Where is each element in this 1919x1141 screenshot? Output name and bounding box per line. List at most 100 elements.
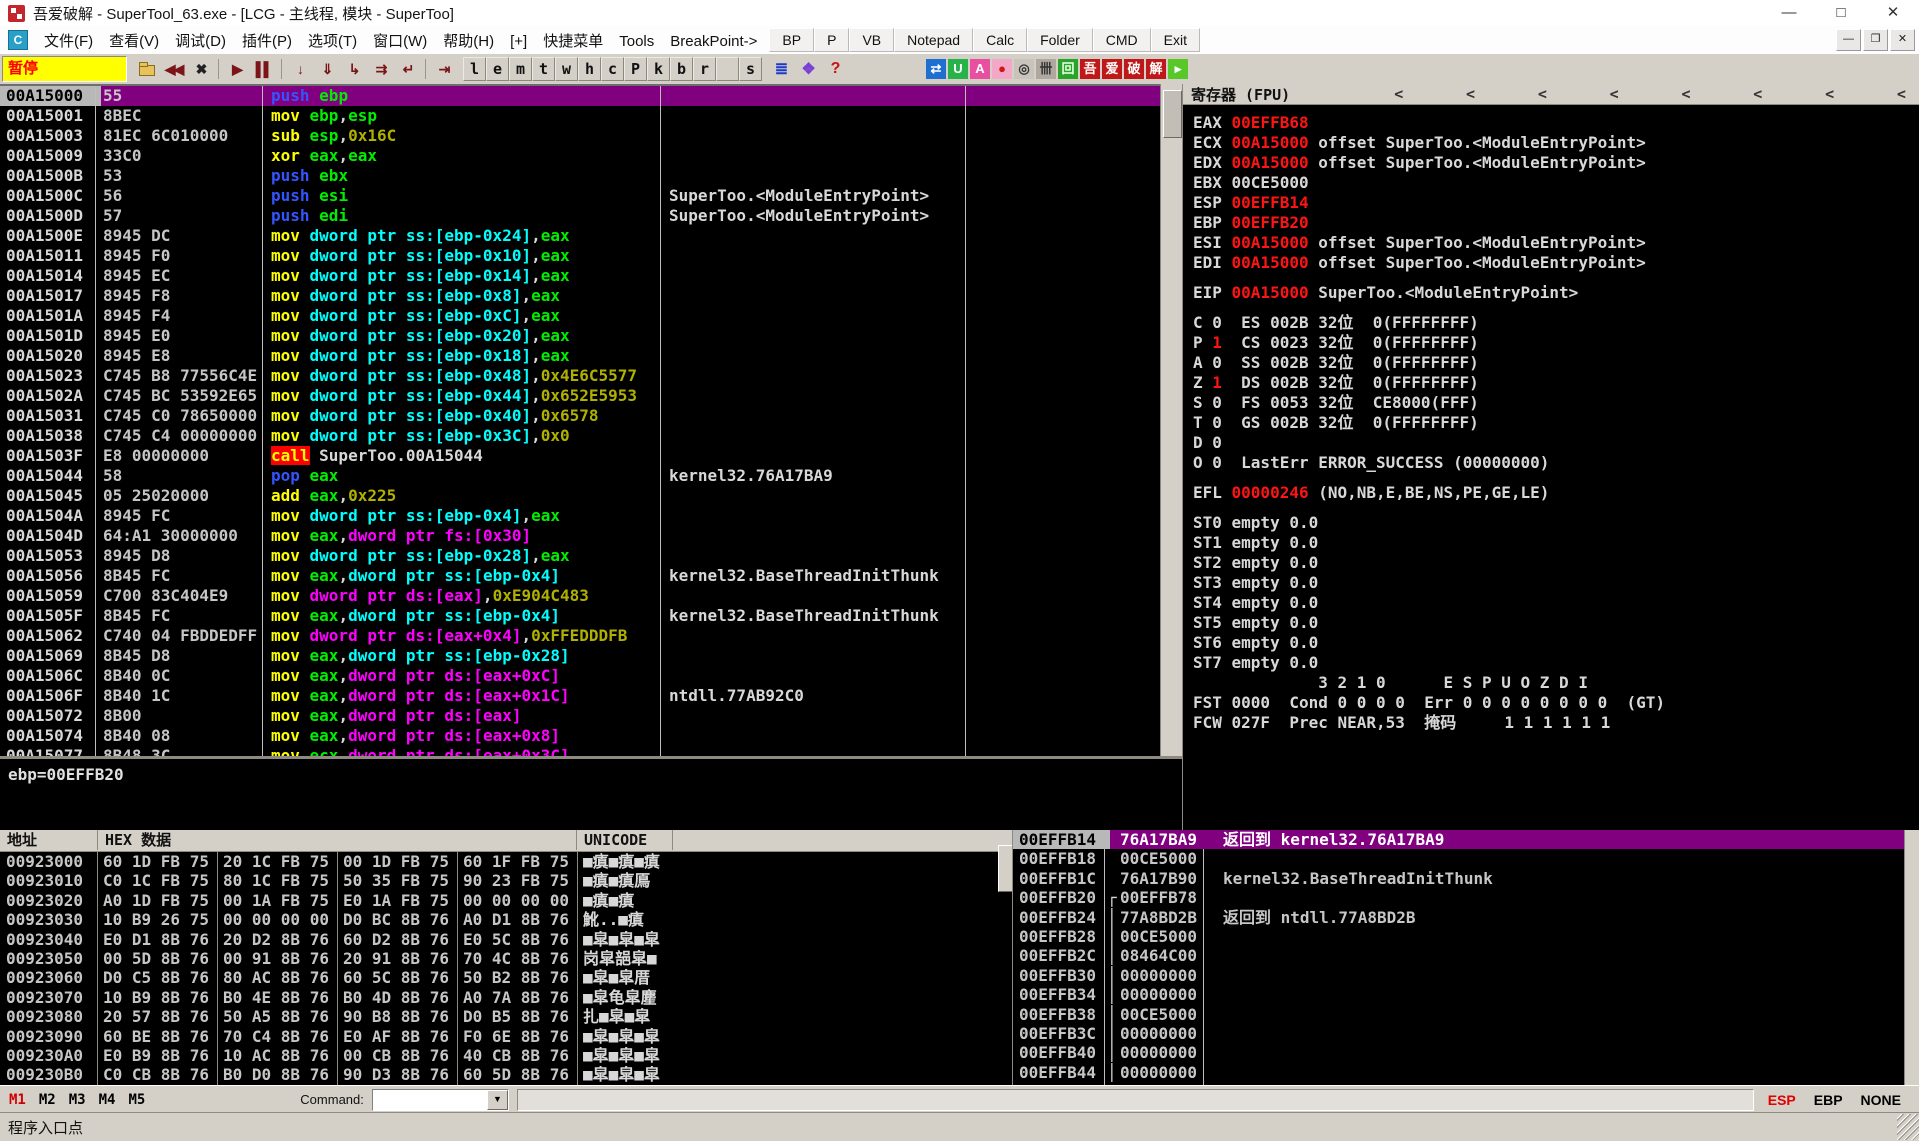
disasm-row[interactable]: 00A1501A8945 F4mov dword ptr ss:[ebp-0xC… xyxy=(0,306,1160,326)
dump-row[interactable]: 0092307010 B9 8B 76B0 4E 8B 76B0 4D 8B 7… xyxy=(0,988,1012,1007)
register-line[interactable]: C 0 ES 002B 32位 0(FFFFFFFF) xyxy=(1183,313,1919,333)
open-file-icon[interactable] xyxy=(134,57,159,81)
spiral-plugin-icon[interactable]: ◎ xyxy=(1014,59,1034,79)
disasm-row[interactable]: 00A150698B45 D8mov eax,dword ptr ss:[ebp… xyxy=(0,646,1160,666)
disasm-row[interactable]: 00A1504D64:A1 30000000mov eax,dword ptr … xyxy=(0,526,1160,546)
register-line[interactable]: T 0 GS 002B 32位 0(FFFFFFFF) xyxy=(1183,413,1919,433)
disasm-row[interactable]: 00A150018BECmov ebp,esp xyxy=(0,106,1160,126)
command-input[interactable]: ▼ xyxy=(372,1089,509,1111)
stack-row[interactable]: 00EFFB1C76A17B90kernel32.BaseThreadInitT… xyxy=(1013,869,1905,888)
record-plugin-icon[interactable]: ● xyxy=(992,59,1012,79)
register-line[interactable]: FCW 027F Prec NEAR,53 掩码 1 1 1 1 1 1 xyxy=(1183,713,1919,733)
wu-icon[interactable]: 吾 xyxy=(1080,59,1100,79)
menu-button-exit[interactable]: Exit xyxy=(1151,28,1200,52)
animate-into-icon[interactable]: ↳ xyxy=(341,57,366,81)
disasm-row[interactable]: 00A150178945 F8mov dword ptr ss:[ebp-0x8… xyxy=(0,286,1160,306)
po-icon[interactable]: 破 xyxy=(1124,59,1144,79)
disasm-row[interactable]: 00A1500B53push ebx xyxy=(0,166,1160,186)
register-line[interactable]: EBX 00CE5000 xyxy=(1183,173,1919,193)
help-icon[interactable]: ? xyxy=(823,57,848,81)
toolbar-letter-blank[interactable] xyxy=(716,57,739,81)
menu-button-calc[interactable]: Calc xyxy=(973,28,1027,52)
register-line[interactable]: EIP 00A15000 SuperToo.<ModuleEntryPoint> xyxy=(1183,283,1919,303)
disasm-row[interactable]: 00A15023C745 B8 77556C4Emov dword ptr ss… xyxy=(0,366,1160,386)
stack-row[interactable]: 00EFFB2C│08464C00 xyxy=(1013,946,1905,965)
disasm-row[interactable]: 00A1500C56push esiSuperToo.<ModuleEntryP… xyxy=(0,186,1160,206)
menu-button-bp[interactable]: BP xyxy=(769,28,814,52)
register-line[interactable]: O 0 LastErr ERROR_SUCCESS (00000000) xyxy=(1183,453,1919,473)
jie-icon[interactable]: 解 xyxy=(1146,59,1166,79)
pane-chevron-icon[interactable]: < xyxy=(1610,85,1619,103)
register-line[interactable]: A 0 SS 002B 32位 0(FFFFFFFF) xyxy=(1183,353,1919,373)
register-line[interactable]: ST0 empty 0.0 xyxy=(1183,513,1919,533)
stack-scrollbar[interactable] xyxy=(1904,830,1919,1085)
toolbar-letter-k[interactable]: k xyxy=(647,57,670,81)
register-line[interactable]: ECX 00A15000 offset SuperToo.<ModuleEntr… xyxy=(1183,133,1919,153)
disasm-row[interactable]: 00A15038C745 C4 00000000mov dword ptr ss… xyxy=(0,426,1160,446)
disasm-row[interactable]: 00A1500D57push ediSuperToo.<ModuleEntryP… xyxy=(0,206,1160,226)
register-line[interactable]: ST1 empty 0.0 xyxy=(1183,533,1919,553)
toolbar-letter-t[interactable]: t xyxy=(532,57,555,81)
hex-dump-pane[interactable]: 地址 HEX 数据 UNICODE 0092300060 1D FB 7520 … xyxy=(0,830,1012,1085)
mdi-restore-button[interactable]: ❐ xyxy=(1863,29,1888,51)
toolbar-letter-m[interactable]: m xyxy=(509,57,532,81)
menu-item-9[interactable]: Tools xyxy=(611,30,662,53)
pane-chevron-icon[interactable]: < xyxy=(1681,85,1690,103)
disasm-row[interactable]: 00A150148945 ECmov dword ptr ss:[ebp-0x1… xyxy=(0,266,1160,286)
menu-button-vb[interactable]: VB xyxy=(849,28,894,52)
toolbar-letter-s[interactable]: s xyxy=(739,57,762,81)
stack-row[interactable]: 00EFFB1800CE5000 xyxy=(1013,849,1905,868)
disasm-row[interactable]: 00A15031C745 C0 78650000mov dword ptr ss… xyxy=(0,406,1160,426)
register-line[interactable]: EFL 00000246 (NO,NB,E,BE,NS,PE,GE,LE) xyxy=(1183,483,1919,503)
register-line[interactable]: EAX 00EFFB68 xyxy=(1183,113,1919,133)
disasm-row[interactable]: 00A1506F8B40 1Cmov eax,dword ptr ds:[eax… xyxy=(0,686,1160,706)
register-line[interactable]: ST7 empty 0.0 xyxy=(1183,653,1919,673)
stack-row[interactable]: 00EFFB38│00CE5000 xyxy=(1013,1005,1905,1024)
dump-row[interactable]: 0092308020 57 8B 7650 A5 8B 7690 B8 8B 7… xyxy=(0,1007,1012,1026)
disasm-row[interactable]: 00A1505F8B45 FCmov eax,dword ptr ss:[ebp… xyxy=(0,606,1160,626)
register-line[interactable]: EDX 00A15000 offset SuperToo.<ModuleEntr… xyxy=(1183,153,1919,173)
minimize-button[interactable]: — xyxy=(1763,1,1815,25)
register-line[interactable]: ST5 empty 0.0 xyxy=(1183,613,1919,633)
register-line[interactable]: FST 0000 Cond 0 0 0 0 Err 0 0 0 0 0 0 0 … xyxy=(1183,693,1919,713)
stack-row[interactable]: 00EFFB1476A17BA9返回到 kernel32.76A17BA9 xyxy=(1013,830,1905,849)
mini-plugin-icon[interactable]: ▸ xyxy=(1168,59,1188,79)
disasm-row[interactable]: 00A150118945 F0mov dword ptr ss:[ebp-0x1… xyxy=(0,246,1160,266)
close-process-icon[interactable]: ✖ xyxy=(188,57,213,81)
disassembly-pane[interactable]: 00A1500055push ebp00A150018BECmov ebp,es… xyxy=(0,84,1160,758)
disasm-row[interactable]: 00A15062C740 04 FBDDEDFFmov dword ptr ds… xyxy=(0,626,1160,646)
execute-till-return-icon[interactable]: ↵ xyxy=(395,57,420,81)
menu-button-folder[interactable]: Folder xyxy=(1027,28,1093,52)
disasm-row[interactable]: 00A150748B40 08mov eax,dword ptr ds:[eax… xyxy=(0,726,1160,746)
pane-chevron-icon[interactable]: < xyxy=(1538,85,1547,103)
menu-button-cmd[interactable]: CMD xyxy=(1093,28,1151,52)
m-button-m4[interactable]: M4 xyxy=(99,1092,116,1108)
register-line[interactable]: Z 1 DS 002B 32位 0(FFFFFFFF) xyxy=(1183,373,1919,393)
stack-row[interactable]: 00EFFB24│77A8BD2B返回到 ntdll.77A8BD2B xyxy=(1013,908,1905,927)
dump-row[interactable]: 0092303010 B9 26 7500 00 00 00D0 BC 8B 7… xyxy=(0,910,1012,929)
breakpoint-list-icon[interactable]: ≣ xyxy=(769,57,794,81)
stack-row[interactable]: 00EFFB44│00000000 xyxy=(1013,1063,1905,1082)
register-line[interactable]: P 1 CS 0023 32位 0(FFFFFFFF) xyxy=(1183,333,1919,353)
m-button-m5[interactable]: M5 xyxy=(128,1092,145,1108)
toolbar-letter-c[interactable]: c xyxy=(601,57,624,81)
menu-item-10[interactable]: BreakPoint-> xyxy=(662,30,765,53)
disasm-row[interactable]: 00A15059C700 83C404E9mov dword ptr ds:[e… xyxy=(0,586,1160,606)
stack-row[interactable]: 00EFFB30│00000000 xyxy=(1013,966,1905,985)
dump-row[interactable]: 0092300060 1D FB 7520 1C FB 7500 1D FB 7… xyxy=(0,852,1012,871)
register-line[interactable]: S 0 FS 0053 32位 CE8000(FFF) xyxy=(1183,393,1919,413)
scrollbar-thumb[interactable] xyxy=(1163,90,1182,138)
register-line[interactable]: ST3 empty 0.0 xyxy=(1183,573,1919,593)
pane-chevron-icon[interactable]: < xyxy=(1897,85,1906,103)
disasm-row[interactable]: 00A1504A8945 FCmov dword ptr ss:[ebp-0x4… xyxy=(0,506,1160,526)
menu-item-4[interactable]: 选项(T) xyxy=(300,30,365,53)
register-line[interactable]: ST4 empty 0.0 xyxy=(1183,593,1919,613)
mdi-minimize-button[interactable]: — xyxy=(1836,29,1861,51)
toolbar-letter-l[interactable]: l xyxy=(463,57,486,81)
toolbar-letter-b[interactable]: b xyxy=(670,57,693,81)
resize-grip[interactable] xyxy=(1897,1114,1919,1140)
disasm-row[interactable]: 00A1500933C0xor eax,eax xyxy=(0,146,1160,166)
menu-button-notepad[interactable]: Notepad xyxy=(894,28,973,52)
menu-item-6[interactable]: 帮助(H) xyxy=(435,30,502,53)
disasm-row[interactable]: 00A1503FE8 00000000call SuperToo.00A1504… xyxy=(0,446,1160,466)
